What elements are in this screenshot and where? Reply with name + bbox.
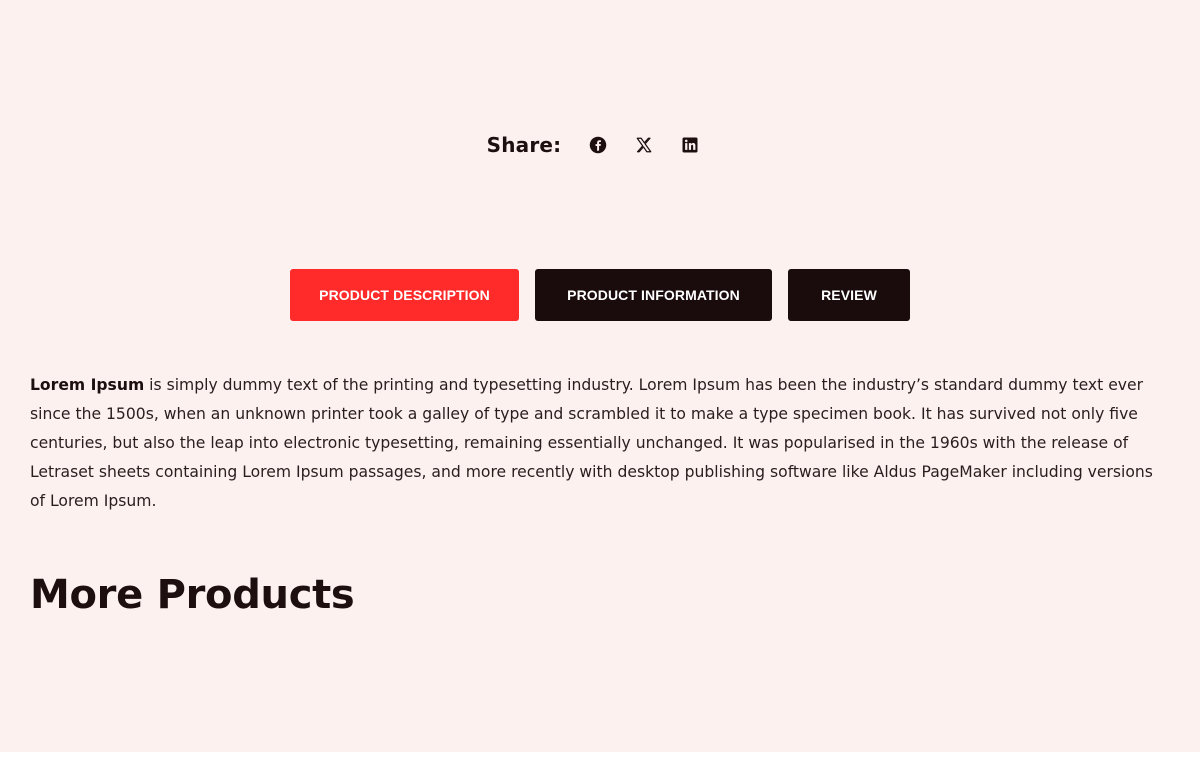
product-tabs: PRODUCT DESCRIPTION PRODUCT INFORMATION … [0, 269, 1200, 321]
product-page: Share: PRODUCT DESCRIPTION PRODUCT INFOR… [0, 0, 1200, 752]
share-bar: Share: [0, 130, 1200, 160]
linkedin-icon[interactable] [681, 136, 699, 154]
description-body: is simply dummy text of the printing and… [30, 376, 1153, 510]
tab-review[interactable]: REVIEW [788, 269, 910, 321]
x-twitter-icon[interactable] [635, 136, 653, 154]
share-label: Share: [486, 133, 562, 157]
tab-product-description[interactable]: PRODUCT DESCRIPTION [290, 269, 519, 321]
tab-product-information[interactable]: PRODUCT INFORMATION [535, 269, 772, 321]
description-lead: Lorem Ipsum [30, 376, 145, 394]
product-description-text: Lorem Ipsum is simply dummy text of the … [30, 371, 1170, 516]
facebook-icon[interactable] [589, 136, 607, 154]
more-products-heading: More Products [30, 572, 355, 618]
